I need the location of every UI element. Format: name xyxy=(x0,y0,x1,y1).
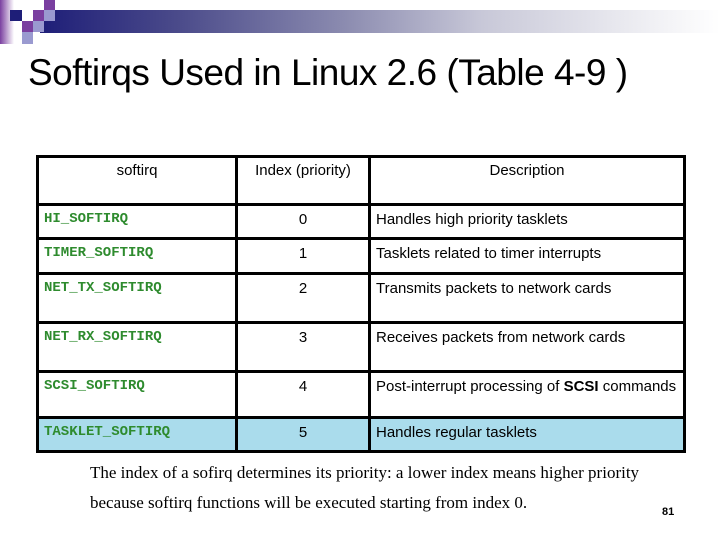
footnote: The index of a sofirq determines its pri… xyxy=(90,458,690,518)
page-number: 81 xyxy=(662,506,675,518)
footnote-line: because softirq functions will be execut… xyxy=(90,493,528,512)
deco-square xyxy=(22,21,33,32)
description-text: commands xyxy=(598,378,677,395)
deco-square xyxy=(33,21,44,32)
softirq-name: NET_TX_SOFTIRQ xyxy=(36,272,238,324)
table-header-row: softirq Index (priority) Description xyxy=(36,155,686,206)
deco-square xyxy=(44,10,55,21)
deco-square xyxy=(10,10,22,21)
description-text: Post-interrupt processing of xyxy=(376,378,564,395)
table-row-highlighted: TASKLET_SOFTIRQ 5 Handles regular taskle… xyxy=(36,416,686,453)
header-index: Index (priority) xyxy=(235,155,371,206)
table-row: TIMER_SOFTIRQ 1 Tasklets related to time… xyxy=(36,237,686,275)
softirq-description: Tasklets related to timer interrupts xyxy=(368,237,686,275)
softirq-description: Post-interrupt processing of SCSI comman… xyxy=(368,370,686,419)
softirq-name: TASKLET_SOFTIRQ xyxy=(36,416,238,453)
deco-square xyxy=(44,0,55,10)
description-bold-text: SCSI xyxy=(563,378,599,395)
softirq-description: Handles regular tasklets xyxy=(368,416,686,453)
softirq-description: Receives packets from network cards xyxy=(368,321,686,373)
softirq-index: 0 xyxy=(235,203,371,240)
deco-square xyxy=(22,32,33,44)
header-softirq: softirq xyxy=(36,155,238,206)
table-row: SCSI_SOFTIRQ 4 Post-interrupt processing… xyxy=(36,370,686,419)
softirq-index: 4 xyxy=(235,370,371,419)
header-gradient-bar xyxy=(40,10,720,33)
deco-gradient-strip xyxy=(0,0,14,44)
softirq-index: 3 xyxy=(235,321,371,373)
softirq-name: SCSI_SOFTIRQ xyxy=(36,370,238,419)
table-row: NET_RX_SOFTIRQ 3 Receives packets from n… xyxy=(36,321,686,373)
softirq-name: NET_RX_SOFTIRQ xyxy=(36,321,238,373)
softirq-name: TIMER_SOFTIRQ xyxy=(36,237,238,275)
footnote-line: The index of a sofirq determines its pri… xyxy=(90,463,640,482)
table-row: HI_SOFTIRQ 0 Handles high priority taskl… xyxy=(36,203,686,240)
slide-title: Softirqs Used in Linux 2.6 (Table 4-9 ) xyxy=(28,52,628,93)
softirq-description: Transmits packets to network cards xyxy=(368,272,686,324)
softirq-name: HI_SOFTIRQ xyxy=(36,203,238,240)
softirq-index: 5 xyxy=(235,416,371,453)
softirq-index: 2 xyxy=(235,272,371,324)
softirq-index: 1 xyxy=(235,237,371,275)
softirq-description: Handles high priority tasklets xyxy=(368,203,686,240)
table-row: NET_TX_SOFTIRQ 2 Transmits packets to ne… xyxy=(36,272,686,324)
deco-square xyxy=(33,10,44,21)
softirq-table: softirq Index (priority) Description HI_… xyxy=(36,155,686,453)
header-description: Description xyxy=(368,155,686,206)
